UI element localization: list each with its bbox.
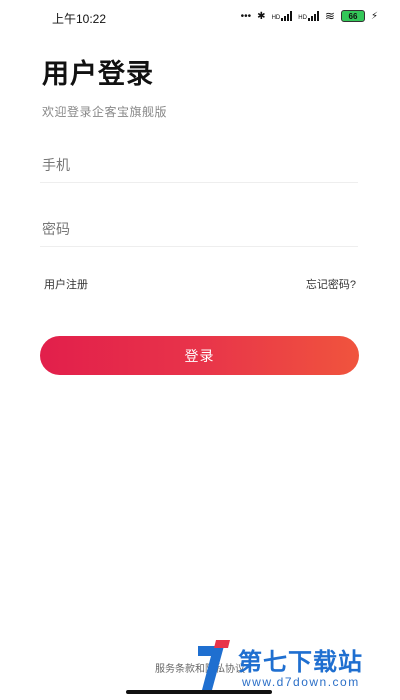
- phone-field: [40, 150, 362, 183]
- status-time: 上午10:22: [52, 12, 107, 26]
- battery-icon: 66: [340, 10, 365, 22]
- login-button[interactable]: 登录: [40, 336, 359, 375]
- page-subtitle: 欢迎登录企客宝旗舰版: [42, 105, 168, 119]
- page-title: 用户登录: [42, 59, 154, 89]
- battery-level: 66: [348, 11, 358, 21]
- wifi-icon: ≋: [324, 9, 335, 23]
- more-dots-icon: •••: [240, 10, 252, 22]
- password-field: [40, 214, 362, 247]
- bluetooth-icon: ✱: [257, 10, 266, 22]
- status-bar: 上午10:22 ••• ✱ HD HD ≋ 66 ⚡: [0, 0, 400, 36]
- forgot-password-link[interactable]: 忘记密码?: [306, 276, 356, 292]
- home-indicator: [126, 690, 272, 694]
- watermark-url: www.d7down.com: [242, 675, 360, 689]
- charging-icon: ⚡: [370, 10, 378, 22]
- status-icons: ••• ✱ HD HD ≋ 66 ⚡: [241, 9, 378, 23]
- signal-icon-1: HD: [272, 11, 293, 21]
- password-input[interactable]: [40, 214, 362, 244]
- terms-link[interactable]: 服务条款和隐私协议: [0, 660, 400, 675]
- signal-icon-2: HD: [298, 11, 319, 21]
- phone-input[interactable]: [40, 150, 362, 180]
- register-link[interactable]: 用户注册: [44, 276, 88, 292]
